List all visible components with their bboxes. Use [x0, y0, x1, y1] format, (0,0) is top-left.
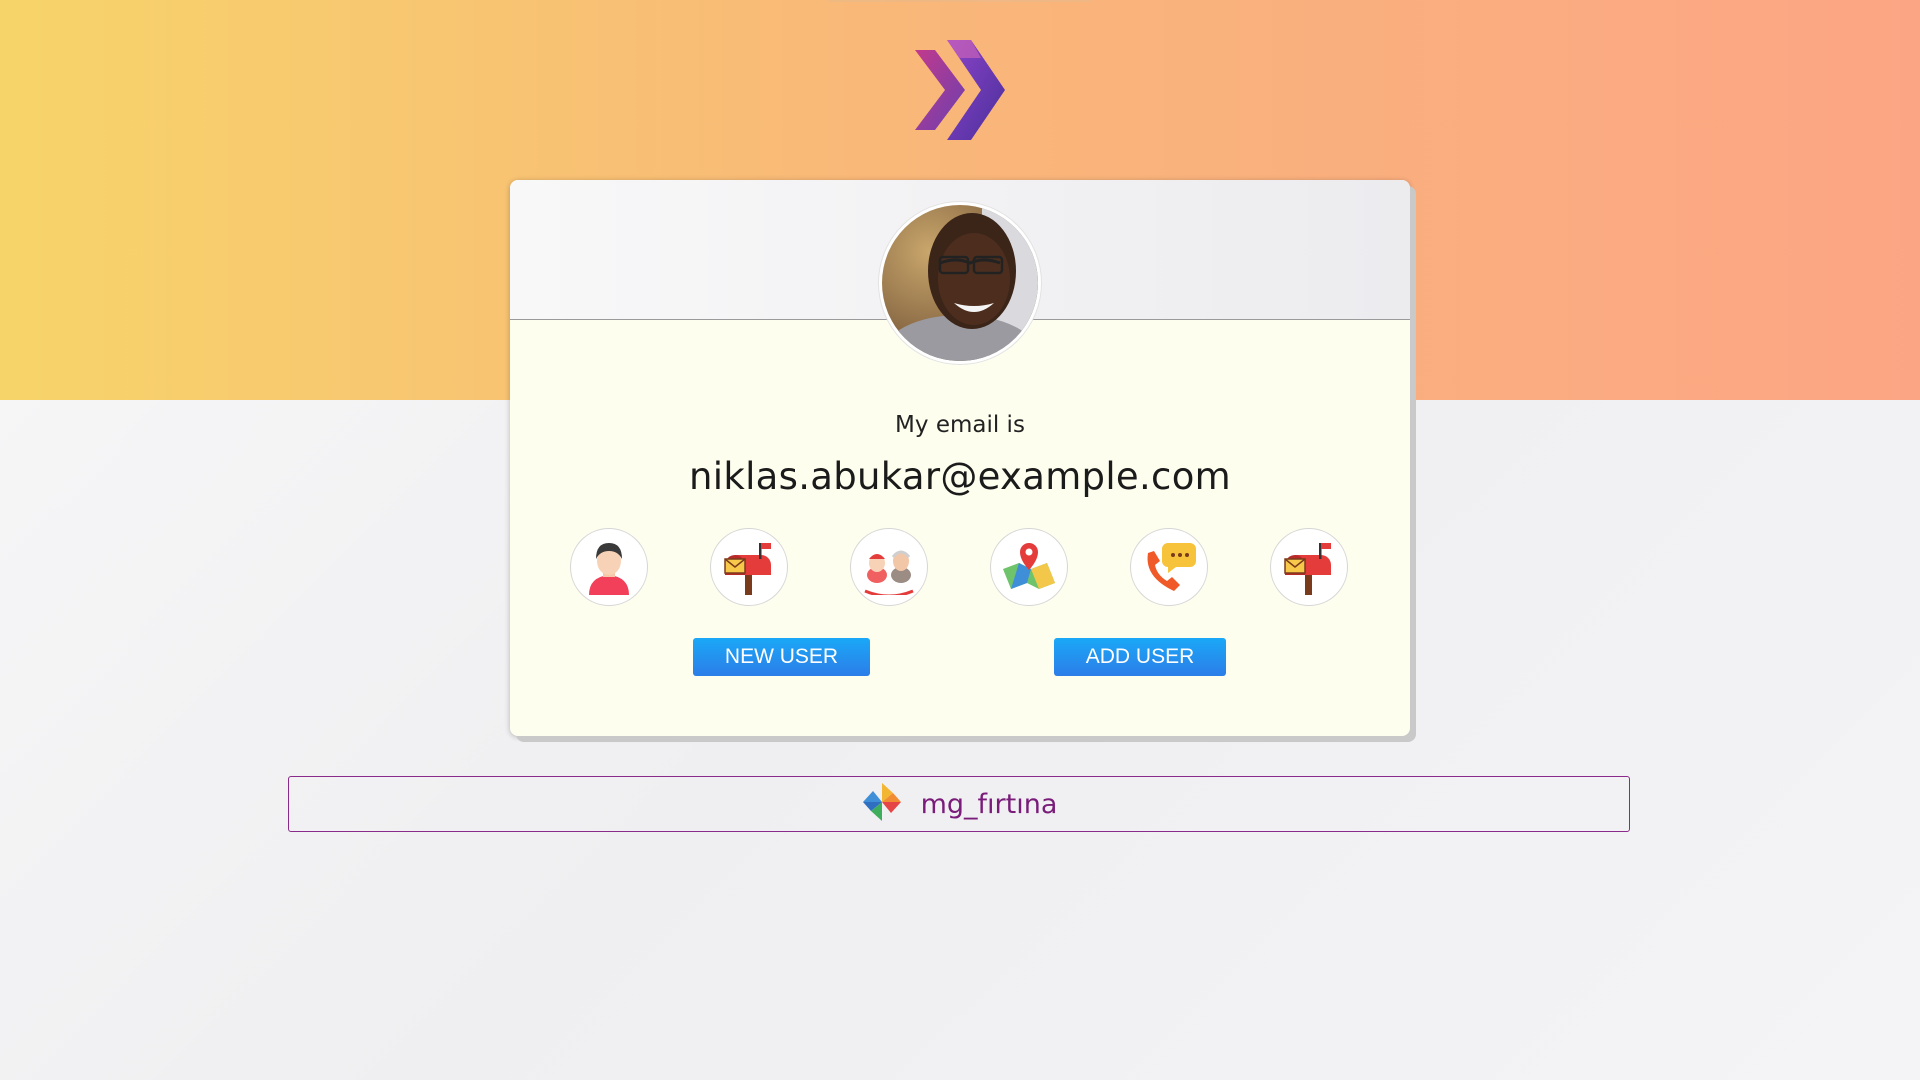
people-age-icon[interactable]: [850, 528, 928, 606]
map-location-icon[interactable]: [990, 528, 1068, 606]
avatar: [879, 202, 1041, 364]
info-label: My email is: [895, 412, 1025, 438]
add-user-button[interactable]: ADD USER: [1054, 638, 1226, 676]
footer-credit[interactable]: mg_fırtına: [288, 776, 1630, 832]
pinwheel-icon: [861, 781, 903, 827]
user-icon[interactable]: [570, 528, 648, 606]
info-icon-row: [510, 528, 1410, 610]
phone-icon[interactable]: [1130, 528, 1208, 606]
top-tab-decoration: [825, 0, 1095, 2]
new-user-button[interactable]: NEW USER: [693, 638, 870, 676]
info-value: niklas.abukar@example.com: [689, 455, 1231, 498]
user-card: My email is niklas.abukar@example.com NE…: [510, 180, 1410, 736]
logo-chevron-icon: [913, 38, 1005, 142]
mailbox-icon[interactable]: [1270, 528, 1348, 606]
footer-text: mg_fırtına: [920, 788, 1058, 820]
mailbox-icon[interactable]: [710, 528, 788, 606]
